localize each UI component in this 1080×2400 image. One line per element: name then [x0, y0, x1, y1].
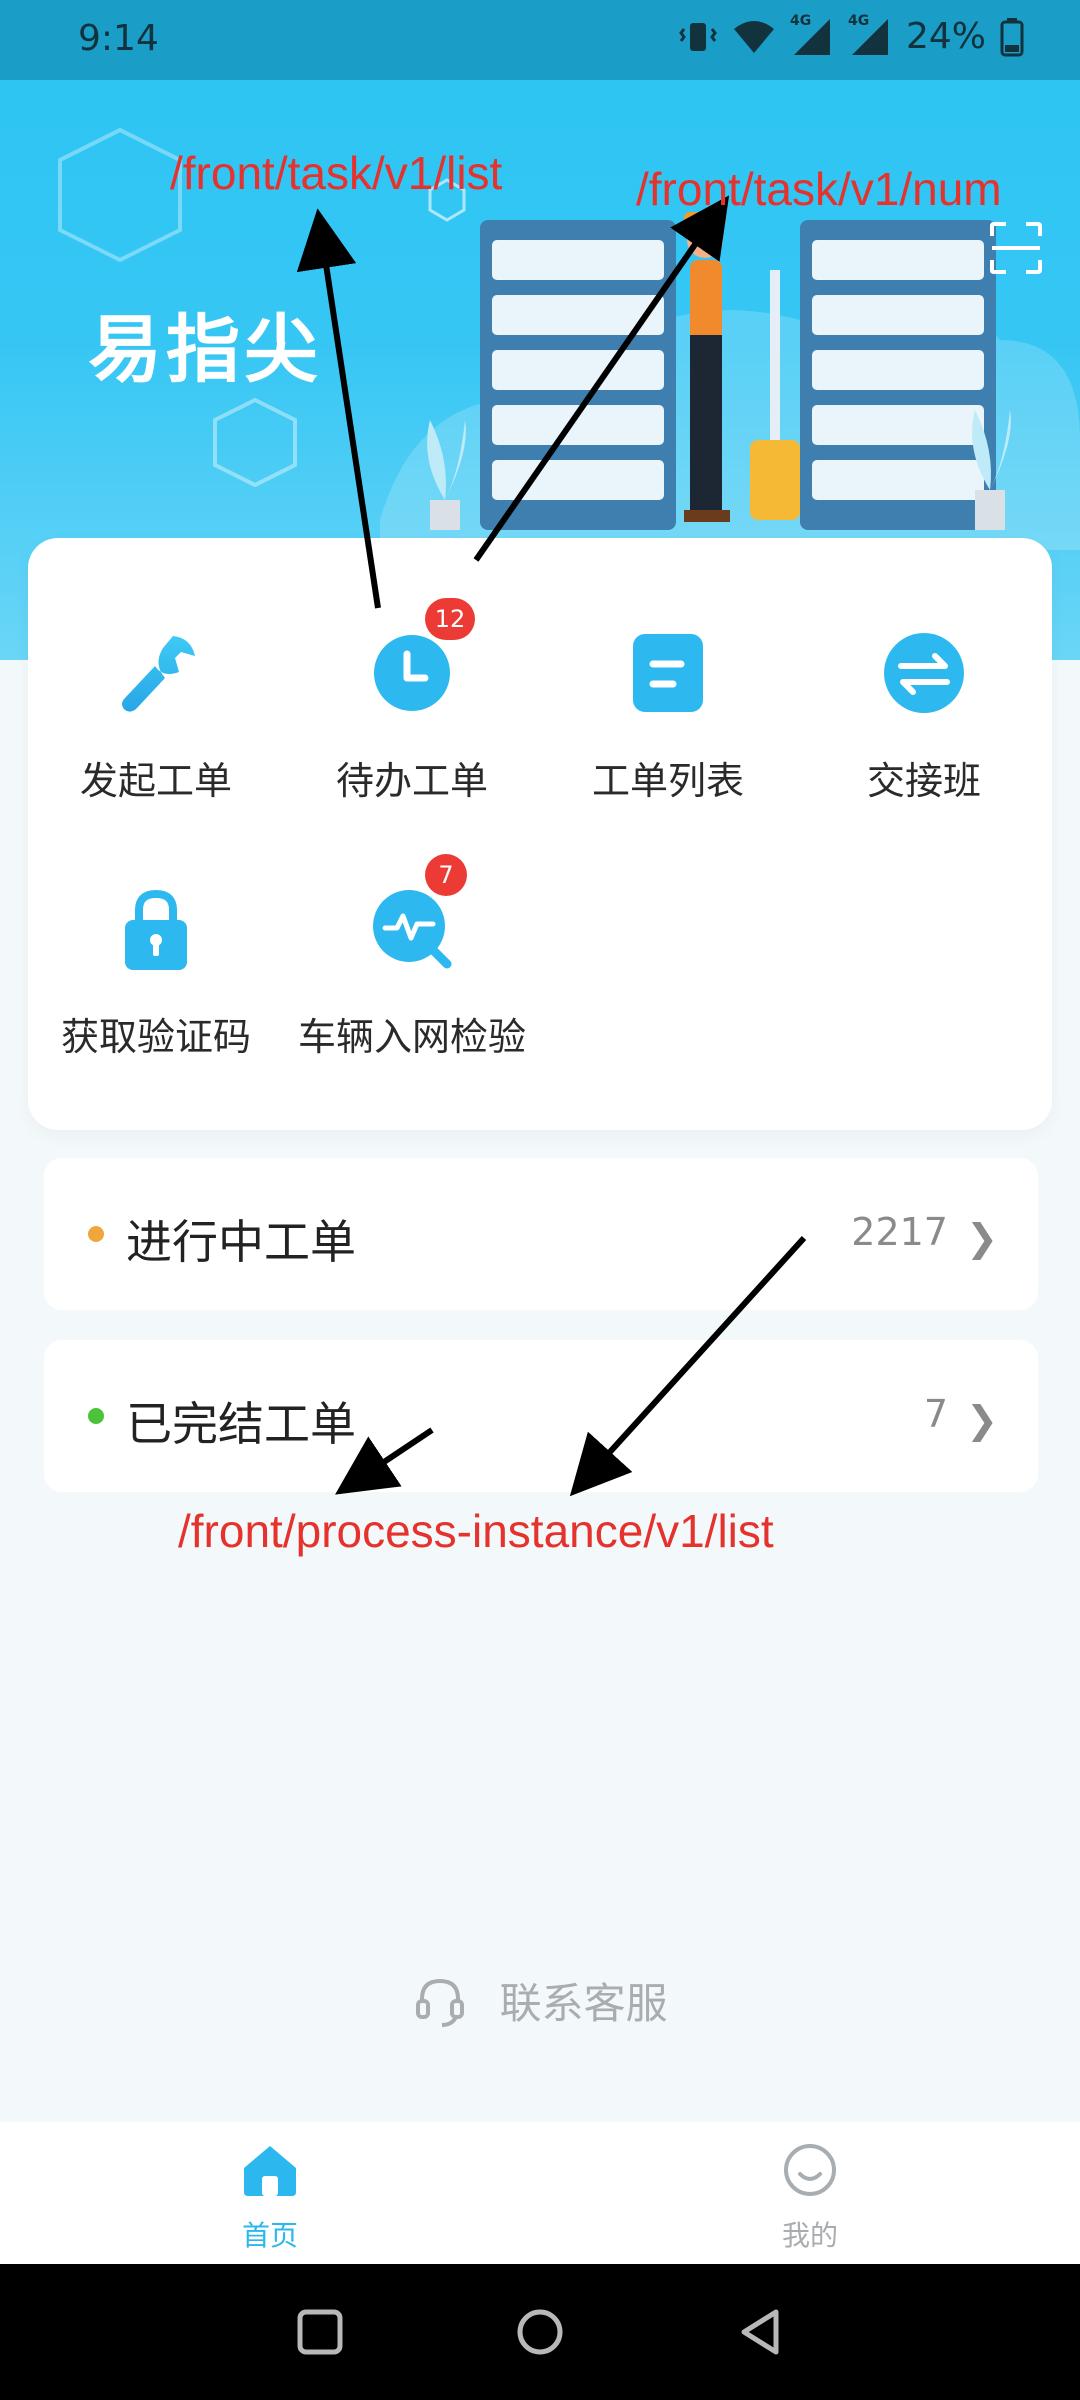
menu-item-order-list[interactable]: 工单列表	[540, 628, 796, 805]
annotation-task-num: /front/task/v1/num	[636, 163, 1002, 215]
contact-support[interactable]: 联系客服	[0, 1970, 1080, 2031]
signal-1: 4G	[790, 13, 834, 57]
inspect-icon	[373, 890, 452, 969]
notification-badge: 12	[425, 598, 475, 640]
battery-icon	[1000, 17, 1024, 56]
row-label: 进行中工单	[126, 1215, 356, 1269]
app-title: 易指尖	[88, 307, 322, 393]
menu-item-shift-handover[interactable]: 交接班	[796, 628, 1052, 805]
menu-item-label: 工单列表	[591, 759, 744, 803]
tab-home[interactable]: 首页	[170, 2140, 370, 2254]
battery-percent: 24%	[905, 16, 986, 57]
tab-mine-label: 我的	[781, 2219, 838, 2252]
vibrate-icon	[679, 22, 717, 51]
row-count: 2217	[851, 1210, 948, 1254]
signal-2: 4G	[848, 13, 892, 57]
menu-item-start-order[interactable]: 发起工单	[28, 628, 284, 805]
annotation-process-list: /front/process-instance/v1/list	[178, 1505, 774, 1557]
menu-item-label: 获取验证码	[60, 1015, 251, 1059]
status-dot	[88, 1408, 104, 1424]
recents-icon[interactable]	[296, 2308, 344, 2356]
menu-item-label: 待办工单	[335, 759, 488, 803]
tab-mine[interactable]: 我的	[710, 2140, 910, 2254]
swap-icon	[884, 633, 964, 713]
wrench-icon	[122, 636, 195, 712]
row-count: 7	[923, 1392, 948, 1436]
status-dot	[88, 1226, 104, 1242]
support-label: 联系客服	[499, 1979, 668, 2028]
status-bar: 9:14 4G 4G 24%	[0, 0, 1080, 80]
menu-item-vehicle-inspection[interactable]: 7 车辆入网检验	[284, 854, 540, 1061]
chevron-right-icon: ❯	[966, 1216, 998, 1260]
smile-icon	[784, 2144, 836, 2196]
menu-item-get-code[interactable]: 获取验证码	[28, 884, 284, 1061]
scan-icon[interactable]	[988, 220, 1044, 276]
status-time: 9:14	[78, 18, 159, 59]
clock-icon	[374, 635, 450, 711]
bottom-nav: 首页 我的	[0, 2122, 1080, 2264]
home-circle-icon[interactable]	[514, 2306, 566, 2358]
signal-icon	[793, 18, 830, 55]
menu-item-label: 交接班	[866, 759, 981, 803]
list-icon	[633, 634, 703, 712]
lock-icon	[125, 889, 187, 970]
row-label: 已完结工单	[126, 1397, 356, 1451]
menu-item-todo-orders[interactable]: 12 待办工单	[284, 598, 540, 805]
tab-home-label: 首页	[241, 2219, 298, 2252]
in-progress-orders-row[interactable]: 进行中工单 2217 ❯	[44, 1158, 1038, 1310]
menu-card: 发起工单 12 待办工单 工单列表 交接班 获取验证码 7 车辆入网检验	[28, 538, 1052, 1130]
menu-item-label: 车辆入网检验	[297, 1015, 526, 1059]
back-icon[interactable]	[736, 2306, 786, 2358]
home-icon	[244, 2146, 296, 2196]
annotation-task-list: /front/task/v1/list	[170, 147, 503, 199]
status-icons: 4G 4G 24%	[678, 13, 1024, 57]
headset-icon	[416, 1978, 465, 2027]
signal-icon	[851, 18, 888, 55]
notification-badge: 7	[425, 854, 467, 896]
system-nav-bar	[0, 2264, 1080, 2400]
chevron-right-icon: ❯	[966, 1398, 998, 1442]
menu-item-label: 发起工单	[79, 759, 232, 803]
wifi-icon	[733, 20, 774, 53]
completed-orders-row[interactable]: 已完结工单 7 ❯	[44, 1340, 1038, 1492]
